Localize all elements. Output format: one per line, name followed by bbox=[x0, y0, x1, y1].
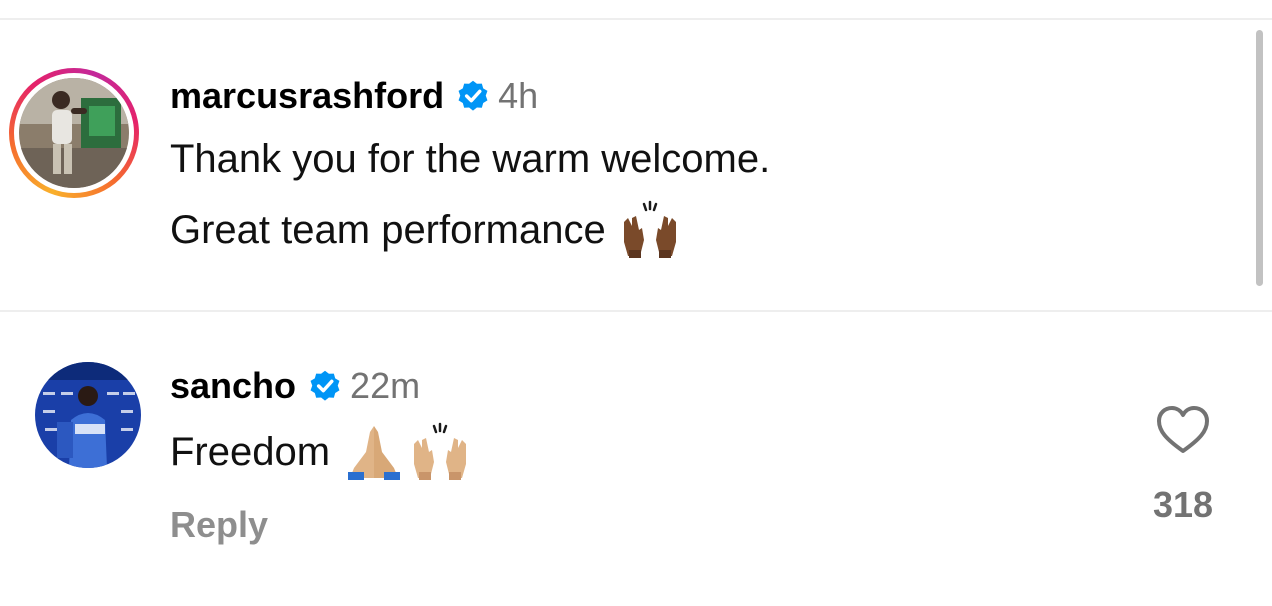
comment-header: sancho 22m bbox=[170, 366, 420, 406]
like-count: 318 bbox=[1152, 484, 1214, 525]
verified-badge-icon bbox=[458, 80, 488, 111]
username[interactable]: marcusrashford bbox=[170, 76, 444, 116]
verified-badge-icon bbox=[310, 370, 340, 401]
scrollbar[interactable] bbox=[1256, 30, 1263, 286]
avatar-story-ring[interactable] bbox=[9, 68, 139, 198]
comment-text: Freedom bbox=[170, 422, 470, 482]
comment-divider bbox=[0, 310, 1272, 312]
heart-outline-icon[interactable] bbox=[1156, 405, 1210, 455]
avatar[interactable] bbox=[35, 362, 141, 468]
reply-button[interactable]: Reply bbox=[170, 504, 268, 546]
comment-item: marcusrashford 4h Thank you for the warm… bbox=[0, 68, 1240, 268]
timestamp: 22m bbox=[350, 365, 421, 406]
folded-hands-emoji-icon bbox=[348, 426, 401, 480]
comment-item: sancho 22m Freedom Reply bbox=[0, 356, 1240, 566]
top-divider bbox=[0, 18, 1272, 20]
timestamp: 4h bbox=[498, 75, 539, 116]
comment-text-line-1: Thank you for the warm welcome. bbox=[170, 137, 771, 181]
comment-header: marcusrashford 4h bbox=[170, 76, 538, 116]
comment-text-line-2: Great team performance bbox=[170, 200, 680, 260]
raising-hands-emoji-icon bbox=[623, 200, 676, 258]
raising-hands-emoji-icon bbox=[414, 422, 467, 480]
avatar-photo bbox=[35, 362, 141, 468]
avatar-photo bbox=[19, 78, 129, 188]
username[interactable]: sancho bbox=[170, 366, 296, 406]
avatar[interactable] bbox=[19, 78, 129, 188]
